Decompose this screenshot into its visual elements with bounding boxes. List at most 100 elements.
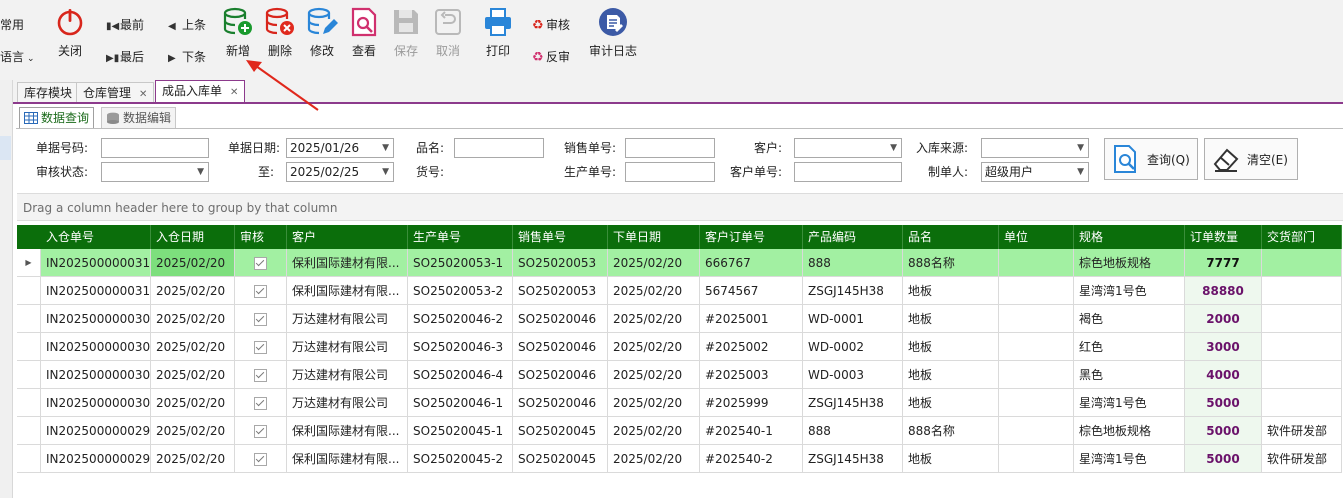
col-order-qty-cell[interactable]: 88880 <box>1185 277 1262 305</box>
col-delivery-dept-cell[interactable] <box>1262 333 1342 361</box>
col-sales-no-cell[interactable]: SO25020046 <box>513 305 608 333</box>
tab-finished-goods-inbound[interactable]: 成品入库单 ✕ <box>155 80 246 102</box>
col-spec-cell[interactable]: 黑色 <box>1074 361 1185 389</box>
col-order-qty-cell[interactable]: 5000 <box>1185 389 1262 417</box>
col-customer-cell[interactable]: 万达建材有限公司 <box>287 333 408 361</box>
checkbox-checked-icon[interactable] <box>254 397 267 410</box>
col-audited-cell[interactable] <box>235 417 287 445</box>
col-product-code-cell[interactable]: WD-0003 <box>803 361 903 389</box>
delete-button[interactable]: 删除 <box>258 6 302 59</box>
col-product-code-cell[interactable]: 888 <box>803 249 903 277</box>
col-unit-cell[interactable] <box>999 249 1074 277</box>
col-unit-header[interactable]: 单位 <box>999 225 1074 249</box>
col-product-code-cell[interactable]: ZSGJ145H38 <box>803 277 903 305</box>
col-product-name-cell[interactable]: 888名称 <box>903 249 999 277</box>
row-indicator[interactable] <box>17 417 41 445</box>
col-inbound-no-cell[interactable]: IN202500000031 <box>41 277 151 305</box>
table-row[interactable]: IN202500000030 2025/02/20 万达建材有限公司 SO250200… <box>17 389 1342 417</box>
col-customer-order-no-cell[interactable]: #202540-1 <box>700 417 803 445</box>
col-inbound-no-header[interactable]: 入仓单号 <box>41 225 151 249</box>
col-production-no-cell[interactable]: SO25020046-4 <box>408 361 513 389</box>
prev-record-button[interactable]: ◀ 上条 <box>168 16 206 34</box>
col-production-no-cell[interactable]: SO25020046-3 <box>408 333 513 361</box>
col-customer-cell[interactable]: 保利国际建材有限... <box>287 417 408 445</box>
col-delivery-dept-header[interactable]: 交货部门 <box>1262 225 1342 249</box>
customer-order-input[interactable] <box>794 162 902 182</box>
col-product-code-cell[interactable]: ZSGJ145H38 <box>803 389 903 417</box>
col-sales-no-cell[interactable]: SO25020053 <box>513 277 608 305</box>
col-unit-cell[interactable] <box>999 417 1074 445</box>
col-production-no-cell[interactable]: SO25020045-2 <box>408 445 513 473</box>
col-sales-no-cell[interactable]: SO25020053 <box>513 249 608 277</box>
col-delivery-dept-cell[interactable] <box>1262 305 1342 333</box>
col-inbound-date-cell[interactable]: 2025/02/20 <box>151 361 235 389</box>
col-production-no-cell[interactable]: SO25020053-2 <box>408 277 513 305</box>
col-order-qty-cell[interactable]: 3000 <box>1185 333 1262 361</box>
col-order-qty-header[interactable]: 订单数量 <box>1185 225 1262 249</box>
col-customer-order-no-cell[interactable]: 666767 <box>700 249 803 277</box>
col-order-date-cell[interactable]: 2025/02/20 <box>608 417 700 445</box>
col-inbound-no-cell[interactable]: IN202500000029 <box>41 445 151 473</box>
col-order-qty-cell[interactable]: 7777 <box>1185 249 1262 277</box>
col-product-name-cell[interactable]: 地板 <box>903 333 999 361</box>
col-spec-header[interactable]: 规格 <box>1074 225 1185 249</box>
col-product-code-cell[interactable]: WD-0001 <box>803 305 903 333</box>
col-customer-order-no-header[interactable]: 客户订单号 <box>700 225 803 249</box>
col-order-date-header[interactable]: 下单日期 <box>608 225 700 249</box>
col-audited-cell[interactable] <box>235 445 287 473</box>
col-customer-cell[interactable]: 万达建材有限公司 <box>287 389 408 417</box>
col-sales-no-header[interactable]: 销售单号 <box>513 225 608 249</box>
col-sales-no-cell[interactable]: SO25020046 <box>513 361 608 389</box>
col-inbound-date-cell[interactable]: 2025/02/20 <box>151 417 235 445</box>
col-delivery-dept-cell[interactable] <box>1262 249 1342 277</box>
sales-no-input[interactable] <box>625 138 715 158</box>
source-select[interactable]: ▼ <box>981 138 1089 158</box>
close-icon[interactable]: ✕ <box>230 87 238 98</box>
col-inbound-no-cell[interactable]: IN202500000031 <box>41 249 151 277</box>
col-delivery-dept-cell[interactable] <box>1262 389 1342 417</box>
add-button[interactable]: 新增 <box>216 6 260 59</box>
checkbox-checked-icon[interactable] <box>254 453 267 466</box>
clear-button[interactable]: 清空(E) <box>1204 138 1298 180</box>
col-customer-cell[interactable]: 保利国际建材有限... <box>287 445 408 473</box>
col-inbound-no-cell[interactable]: IN202500000030 <box>41 305 151 333</box>
col-unit-cell[interactable] <box>999 389 1074 417</box>
col-customer-cell[interactable]: 万达建材有限公司 <box>287 361 408 389</box>
audit-status-select[interactable]: ▼ <box>101 162 209 182</box>
doc-date-from-picker[interactable]: 2025/01/26 ▼ <box>286 138 394 158</box>
tab-inventory-module[interactable]: 库存模块 <box>17 82 80 102</box>
col-delivery-dept-cell[interactable]: 软件研发部 <box>1262 417 1342 445</box>
close-icon[interactable]: ✕ <box>139 89 147 100</box>
col-delivery-dept-cell[interactable] <box>1262 277 1342 305</box>
common-menu[interactable]: 常用 <box>0 16 24 34</box>
audit-log-button[interactable]: 审计日志 <box>588 6 638 59</box>
unaudit-button[interactable]: ♻ 反审 <box>532 48 570 66</box>
col-audited-cell[interactable] <box>235 249 287 277</box>
col-inbound-date-cell[interactable]: 2025/02/20 <box>151 389 235 417</box>
col-product-code-cell[interactable]: ZSGJ145H38 <box>803 445 903 473</box>
col-audited-cell[interactable] <box>235 333 287 361</box>
col-order-qty-cell[interactable]: 5000 <box>1185 445 1262 473</box>
col-inbound-date-header[interactable]: 入仓日期 <box>151 225 235 249</box>
table-row[interactable]: IN202500000030 2025/02/20 万达建材有限公司 SO250200… <box>17 361 1342 389</box>
col-order-date-cell[interactable]: 2025/02/20 <box>608 445 700 473</box>
view-button[interactable]: 查看 <box>342 6 386 59</box>
tab-data-query[interactable]: 数据查询 <box>19 107 95 128</box>
audit-button[interactable]: ♻ 审核 <box>532 16 570 34</box>
checkbox-checked-icon[interactable] <box>254 313 267 326</box>
col-order-date-cell[interactable]: 2025/02/20 <box>608 277 700 305</box>
col-spec-cell[interactable]: 红色 <box>1074 333 1185 361</box>
col-customer-order-no-cell[interactable]: #2025003 <box>700 361 803 389</box>
col-sales-no-cell[interactable]: SO25020046 <box>513 389 608 417</box>
col-inbound-no-cell[interactable]: IN202500000030 <box>41 361 151 389</box>
col-product-code-cell[interactable]: 888 <box>803 417 903 445</box>
col-inbound-date-cell[interactable]: 2025/02/20 <box>151 249 235 277</box>
col-delivery-dept-cell[interactable]: 软件研发部 <box>1262 445 1342 473</box>
last-record-button[interactable]: ▶▮最后 <box>106 48 144 66</box>
table-row[interactable]: ▶ IN202500000031 2025/02/20 保利国际建材有限... SO25… <box>17 249 1342 277</box>
col-product-name-cell[interactable]: 888名称 <box>903 417 999 445</box>
col-product-name-cell[interactable]: 地板 <box>903 445 999 473</box>
col-sales-no-cell[interactable]: SO25020045 <box>513 445 608 473</box>
table-row[interactable]: IN202500000031 2025/02/20 保利国际建材有限... SO250… <box>17 277 1342 305</box>
col-order-date-cell[interactable]: 2025/02/20 <box>608 333 700 361</box>
